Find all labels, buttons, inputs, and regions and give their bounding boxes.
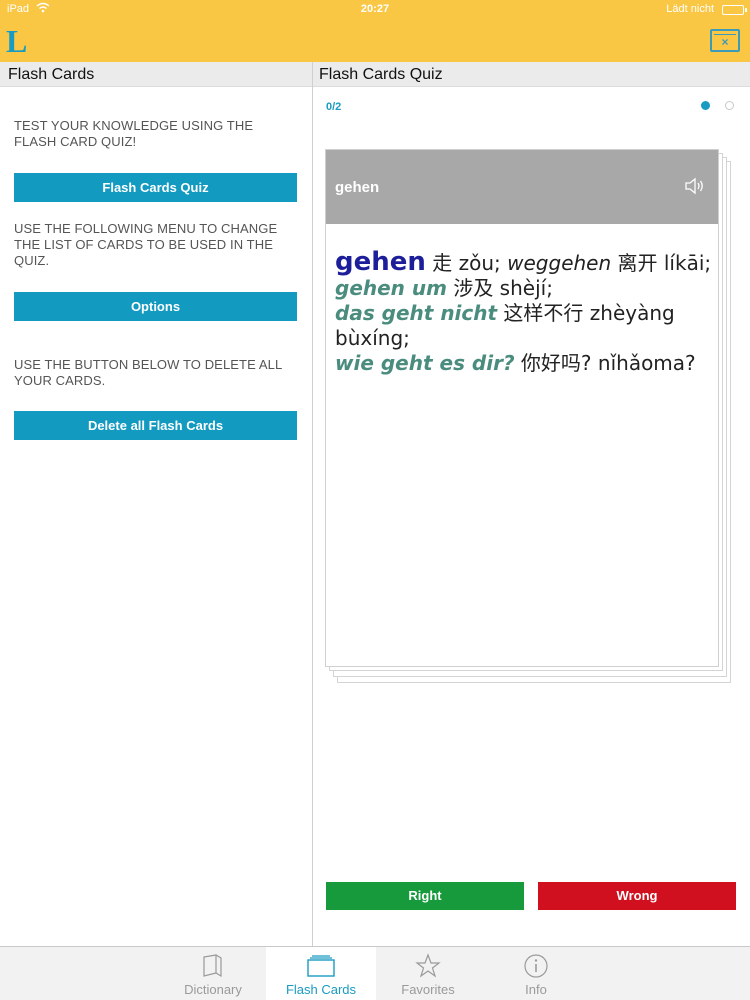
tab-flash-cards[interactable]: Flash Cards	[266, 947, 376, 1000]
tab-label: Favorites	[401, 982, 455, 997]
star-icon	[373, 952, 483, 980]
card-header: gehen	[326, 150, 718, 224]
close-cards-icon[interactable]: ×	[710, 29, 740, 52]
menu-text: USE THE FOLLOWING MENU TO CHANGE THE LIS…	[14, 221, 278, 268]
variant: weggehen	[507, 251, 612, 275]
top-bar: iPad 20:27 Lädt nicht L ×	[0, 0, 750, 62]
example-phrase: gehen um	[335, 276, 447, 300]
flash-cards-quiz-button[interactable]: Flash Cards Quiz	[14, 173, 297, 202]
app-window: iPad 20:27 Lädt nicht L × Flash Cards Fl…	[0, 0, 750, 1000]
page-dot[interactable]	[725, 101, 734, 110]
tab-dictionary[interactable]: Dictionary	[158, 947, 268, 1000]
example-phrase: das geht nicht	[335, 301, 498, 325]
flash-cards-icon	[266, 952, 376, 980]
tab-favorites[interactable]: Favorites	[373, 947, 483, 1000]
flash-card[interactable]: gehen gehen 走 zǒu; weggehen 离开 líkāi; ge…	[325, 149, 719, 667]
delete-text: USE THE BUTTON BELOW TO DELETE ALL YOUR …	[14, 357, 282, 388]
translation: 离开 líkāi;	[611, 251, 712, 275]
close-mark: ×	[721, 35, 729, 49]
dictionary-entry: gehen 走 zǒu; weggehen 离开 líkāi; gehen um…	[335, 247, 713, 376]
clock: 20:27	[360, 3, 390, 15]
example-translation: 涉及 shèjí;	[446, 276, 553, 300]
wrong-button[interactable]: Wrong	[538, 882, 736, 910]
translation: 走 zǒu;	[425, 251, 508, 275]
headword: gehen	[335, 247, 426, 277]
right-button[interactable]: Right	[326, 882, 524, 910]
tab-label: Info	[525, 982, 547, 997]
intro-text: TEST YOUR KNOWLEDGE USING THE FLASH CARD…	[14, 118, 254, 149]
book-icon	[158, 952, 268, 980]
tab-info[interactable]: Info	[481, 947, 591, 1000]
battery-icon	[722, 5, 747, 15]
example-phrase: wie geht es dir?	[335, 351, 515, 375]
options-button[interactable]: Options	[14, 292, 297, 321]
tab-bar: Dictionary Flash Cards Favorites Info	[0, 946, 750, 1000]
info-icon	[481, 952, 591, 980]
tab-label: Dictionary	[184, 982, 242, 997]
card-title: gehen	[335, 179, 380, 196]
delete-all-flash-cards-button[interactable]: Delete all Flash Cards	[14, 411, 297, 440]
quiz-counter: 0/2	[326, 101, 342, 113]
speaker-icon[interactable]	[684, 177, 706, 195]
right-pane-title: Flash Cards Quiz	[313, 62, 750, 87]
status-bar: iPad 20:27 Lädt nicht	[0, 0, 750, 22]
app-logo: L	[6, 23, 28, 59]
left-pane-title: Flash Cards	[0, 62, 312, 87]
example-translation: 你好吗? nǐhǎoma?	[514, 351, 696, 375]
tab-label: Flash Cards	[285, 982, 357, 997]
charging-status: Lädt nicht	[666, 3, 714, 15]
pane-divider	[312, 62, 313, 946]
page-dot-active[interactable]	[701, 101, 710, 110]
